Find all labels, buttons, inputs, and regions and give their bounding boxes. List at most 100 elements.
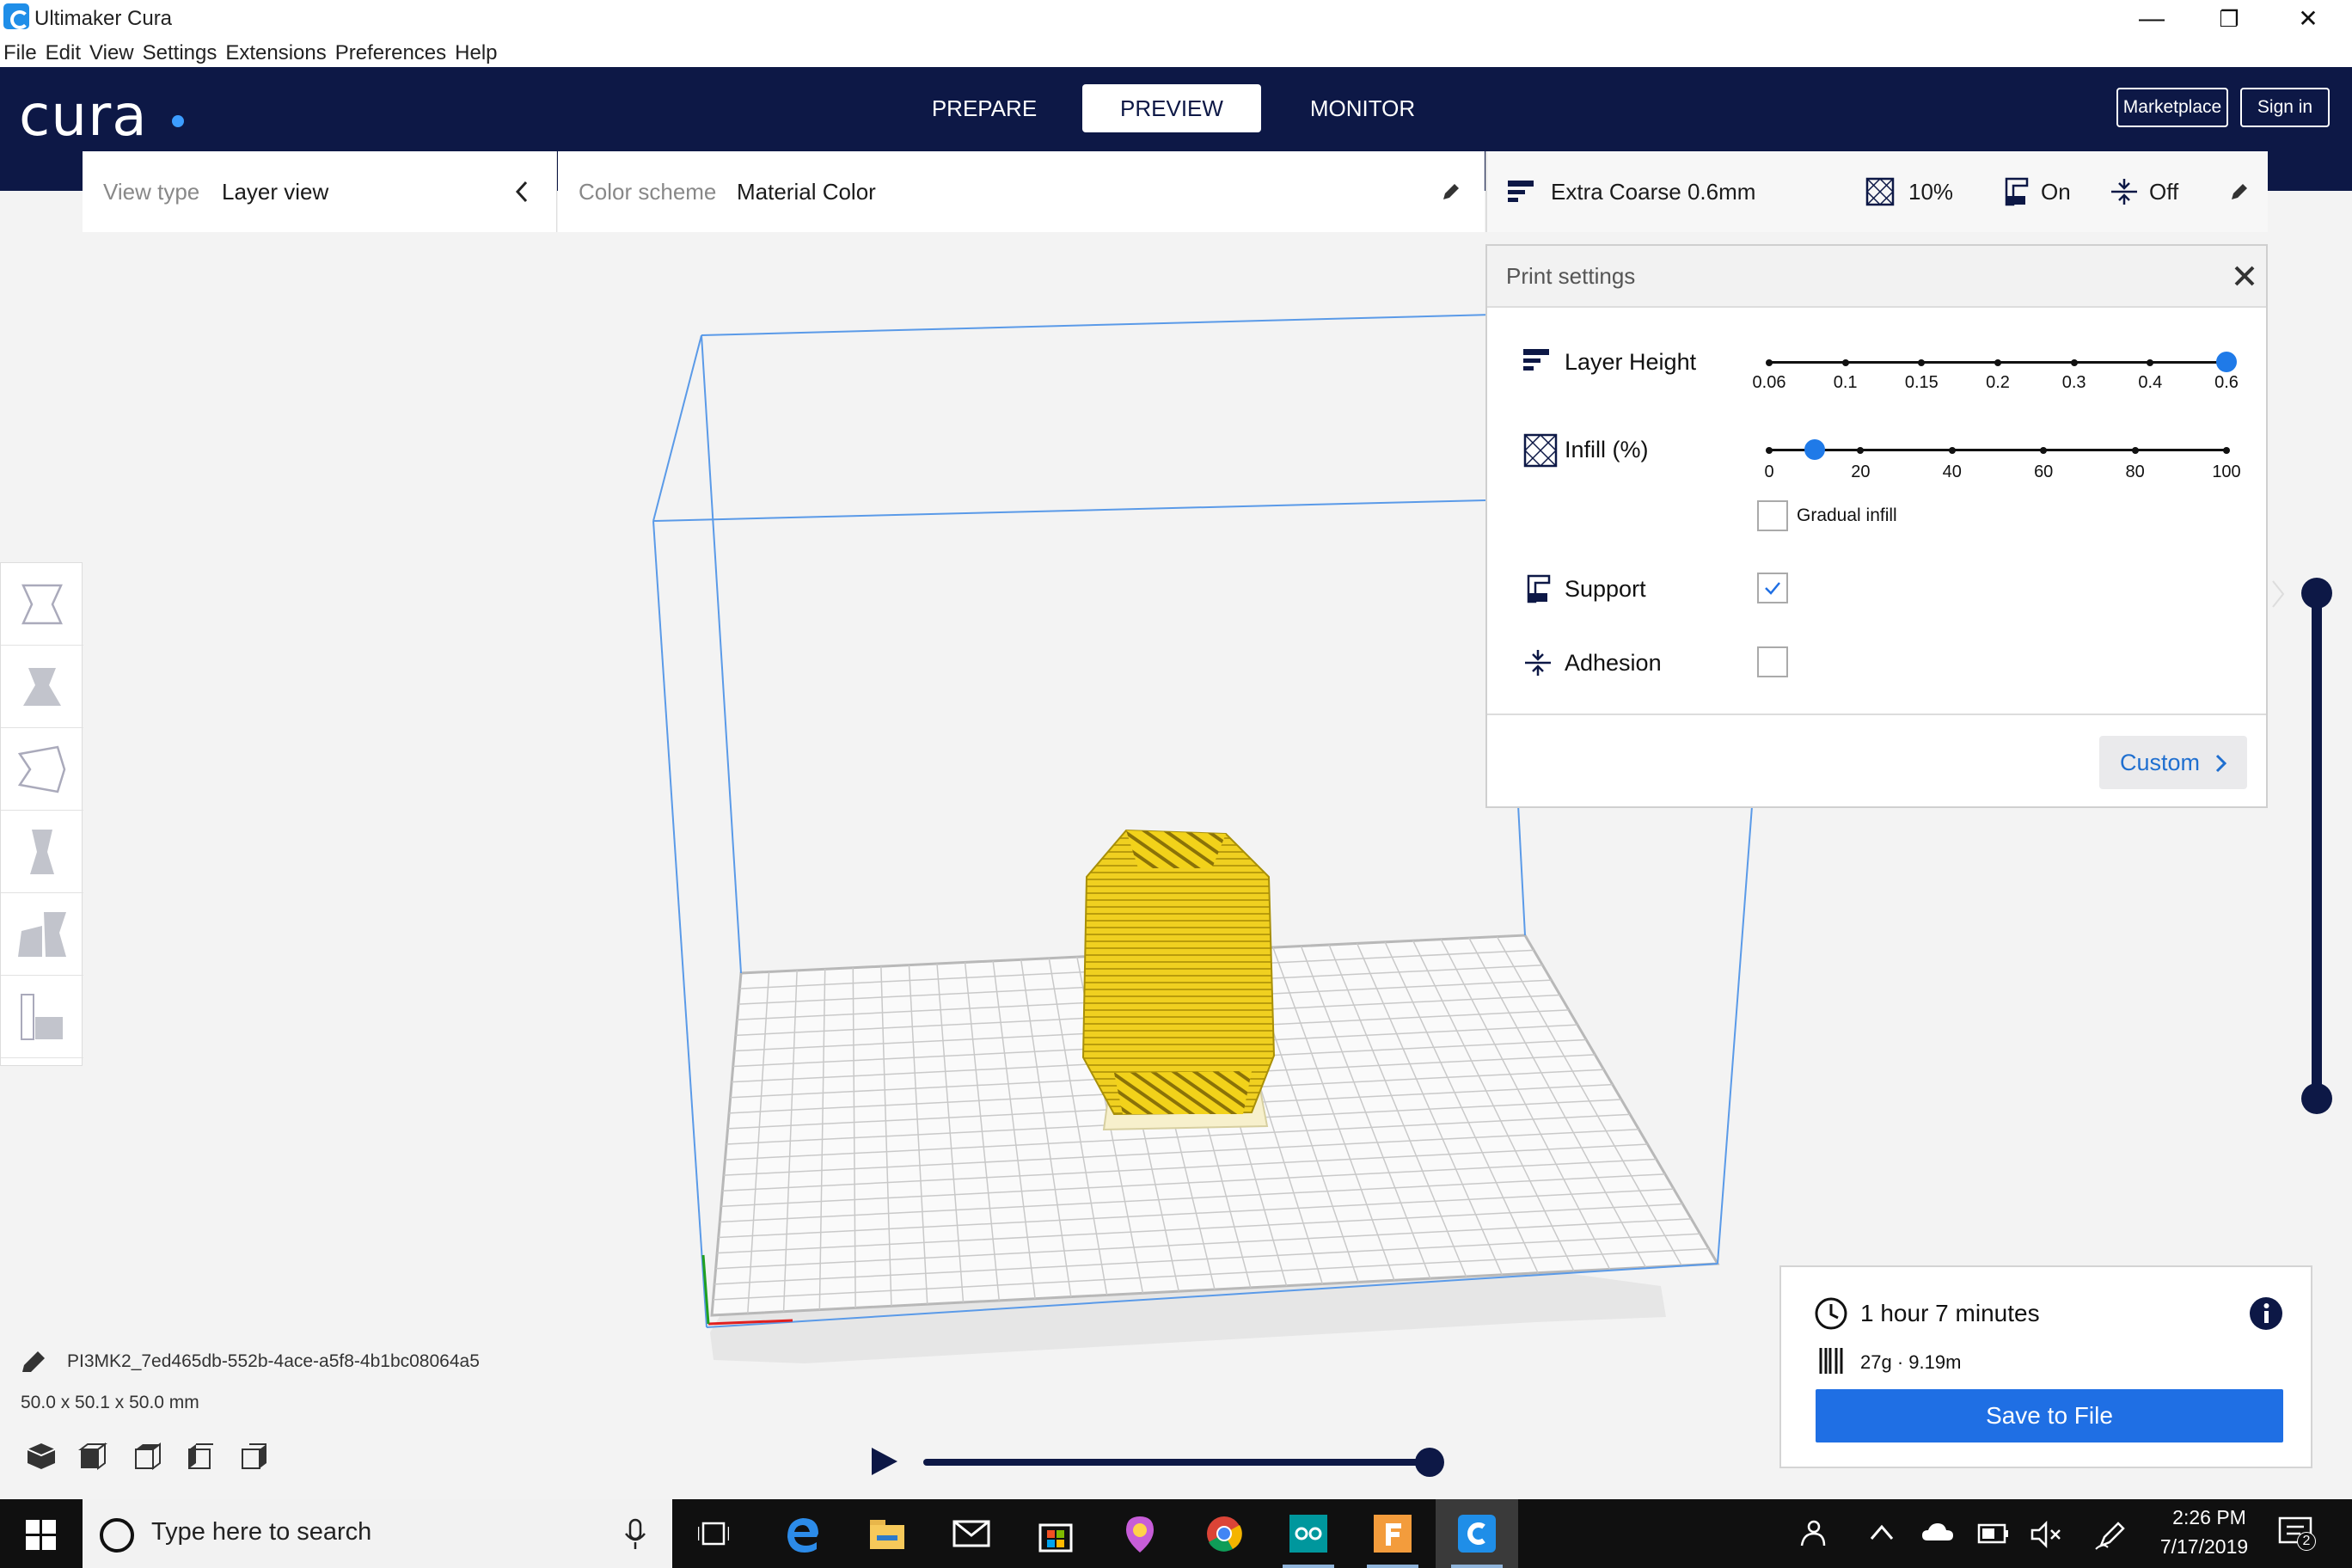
save-to-file-button[interactable]: Save to File <box>1816 1389 2283 1442</box>
taskbar-edge[interactable] <box>762 1499 844 1568</box>
notification-center-button[interactable]: 2 <box>2278 1516 2321 1554</box>
top-view-icon[interactable] <box>131 1441 165 1472</box>
color-scheme-panel[interactable]: Color scheme Material Color <box>558 151 1485 232</box>
taskbar-store[interactable] <box>1014 1499 1097 1568</box>
menu-file[interactable]: File <box>3 40 37 67</box>
infill-slider-tick <box>2131 446 2139 454</box>
taskbar-cura[interactable] <box>1436 1499 1518 1568</box>
marketplace-button[interactable]: Marketplace <box>2116 88 2228 127</box>
microphone-icon[interactable] <box>622 1518 648 1551</box>
front-view-icon[interactable] <box>76 1441 110 1472</box>
print-settings-header: Print settings <box>1487 246 2266 308</box>
menu-help[interactable]: Help <box>455 40 497 67</box>
layer-height-slider-handle[interactable] <box>2216 352 2237 372</box>
pencil-icon[interactable] <box>19 1346 50 1375</box>
checkmark-icon <box>1765 582 1780 595</box>
rotate-tool-icon <box>17 745 66 793</box>
taskbar-file-explorer[interactable] <box>846 1499 928 1568</box>
per-model-settings-button[interactable] <box>1 893 83 976</box>
object-dimensions: 50.0 x 50.1 x 50.0 mm <box>21 1393 199 1412</box>
support-checkbox[interactable] <box>1757 573 1788 603</box>
print-time: 1 hour 7 minutes <box>1860 1300 2040 1326</box>
tab-preview[interactable]: PREVIEW <box>1082 84 1261 132</box>
view-type-panel[interactable]: View type Layer view <box>83 151 557 232</box>
close-button[interactable]: ✕ <box>2269 0 2347 40</box>
menu-settings[interactable]: Settings <box>143 40 217 67</box>
move-tool-icon <box>21 584 63 625</box>
battery-icon[interactable] <box>1977 1520 2012 1547</box>
adhesion-icon <box>2111 179 2137 205</box>
chevron-up-icon[interactable] <box>1869 1522 1895 1544</box>
material-spool-icon <box>1819 1348 1843 1374</box>
restore-button[interactable]: ❐ <box>2190 0 2268 40</box>
adhesion-icon <box>1525 650 1551 676</box>
layer-height-slider-tick-label: 0.3 <box>2061 373 2086 392</box>
taskbar-chrome[interactable] <box>1183 1499 1265 1568</box>
info-icon[interactable] <box>2249 1296 2283 1331</box>
left-view-icon[interactable] <box>184 1441 218 1472</box>
layer-height-label: Layer Height <box>1565 349 1697 375</box>
simulation-track[interactable] <box>923 1459 1430 1466</box>
people-icon[interactable] <box>1797 1518 1828 1549</box>
infill-value: 10% <box>1908 179 1954 205</box>
menu-view[interactable]: View <box>89 40 134 67</box>
infill-slider-track[interactable] <box>1769 449 2226 451</box>
layer-slider-track[interactable] <box>2312 593 2322 1099</box>
3d-view-icon[interactable] <box>24 1441 58 1472</box>
view-type-value[interactable]: Layer view <box>222 179 328 205</box>
print-info-card: 1 hour 7 minutes 27g · 9.19m Save to Fil… <box>1779 1265 2312 1468</box>
color-scheme-value[interactable]: Material Color <box>737 179 876 205</box>
layer-slider-top-handle[interactable] <box>2301 578 2332 609</box>
gradual-infill-checkbox[interactable] <box>1757 500 1788 531</box>
adhesion-value: Off <box>2149 179 2179 205</box>
infill-icon <box>1523 433 1558 468</box>
close-icon[interactable] <box>2232 263 2257 289</box>
task-view-button[interactable] <box>672 1499 755 1568</box>
taskbar-paint3d[interactable] <box>1099 1499 1181 1568</box>
window-titlebar: Ultimaker Cura — ❐ ✕ <box>0 0 2352 40</box>
rotate-tool-button[interactable] <box>1 728 83 811</box>
menu-extensions[interactable]: Extensions <box>225 40 326 67</box>
start-button[interactable] <box>0 1499 83 1568</box>
layer-height-icon <box>1508 181 1534 202</box>
chrome-icon <box>1207 1516 1242 1552</box>
menu-edit[interactable]: Edit <box>46 40 81 67</box>
taskbar-fusion360[interactable] <box>1351 1499 1434 1568</box>
volume-muted-icon[interactable] <box>2030 1520 2065 1549</box>
minimize-button[interactable]: — <box>2113 0 2190 40</box>
adhesion-label: Adhesion <box>1565 650 1662 676</box>
infill-slider-handle[interactable] <box>1804 439 1826 460</box>
layer-height-slider-tick <box>1841 358 1849 366</box>
scale-tool-button[interactable] <box>1 646 83 728</box>
taskbar-search[interactable]: Type here to search <box>83 1499 672 1568</box>
layer-height-slider-tick-label: 0.2 <box>1986 373 2010 392</box>
notification-count-badge: 2 <box>2297 1532 2316 1551</box>
layer-slider-bottom-handle[interactable] <box>2301 1083 2332 1114</box>
taskbar-mail[interactable] <box>930 1499 1013 1568</box>
tab-prepare[interactable]: PREPARE <box>911 84 1057 132</box>
sign-in-button[interactable]: Sign in <box>2240 88 2330 127</box>
support-blocker-button[interactable] <box>1 976 83 1058</box>
pencil-icon[interactable] <box>1440 181 1462 203</box>
play-simulation-button[interactable] <box>872 1448 897 1475</box>
taskbar-arduino[interactable] <box>1267 1499 1350 1568</box>
onedrive-cloud-icon[interactable] <box>1920 1520 1955 1546</box>
print-settings-bar[interactable]: Extra Coarse 0.6mm 10% On Off <box>1485 151 2268 232</box>
taskbar-clock-date[interactable]: 7/17/2019 <box>2144 1535 2264 1559</box>
chevron-left-icon[interactable] <box>512 179 533 205</box>
custom-settings-button[interactable]: Custom <box>2099 736 2247 789</box>
right-view-icon[interactable] <box>237 1441 272 1472</box>
move-tool-button[interactable] <box>1 563 83 646</box>
adhesion-checkbox[interactable] <box>1757 646 1788 677</box>
layer-height-slider-tick-label: 0.4 <box>2138 373 2163 392</box>
chevron-right-icon <box>2215 754 2227 773</box>
pencil-icon[interactable] <box>2228 181 2251 203</box>
layer-height-slider-tick <box>1766 358 1773 366</box>
divider <box>1487 714 2266 715</box>
taskbar-clock-time[interactable]: 2:26 PM <box>2158 1506 2261 1529</box>
pen-workspace-icon[interactable] <box>2094 1518 2128 1551</box>
mirror-tool-button[interactable] <box>1 811 83 893</box>
menu-preferences[interactable]: Preferences <box>335 40 446 67</box>
simulation-handle[interactable] <box>1415 1448 1444 1477</box>
tab-monitor[interactable]: MONITOR <box>1289 84 1436 132</box>
